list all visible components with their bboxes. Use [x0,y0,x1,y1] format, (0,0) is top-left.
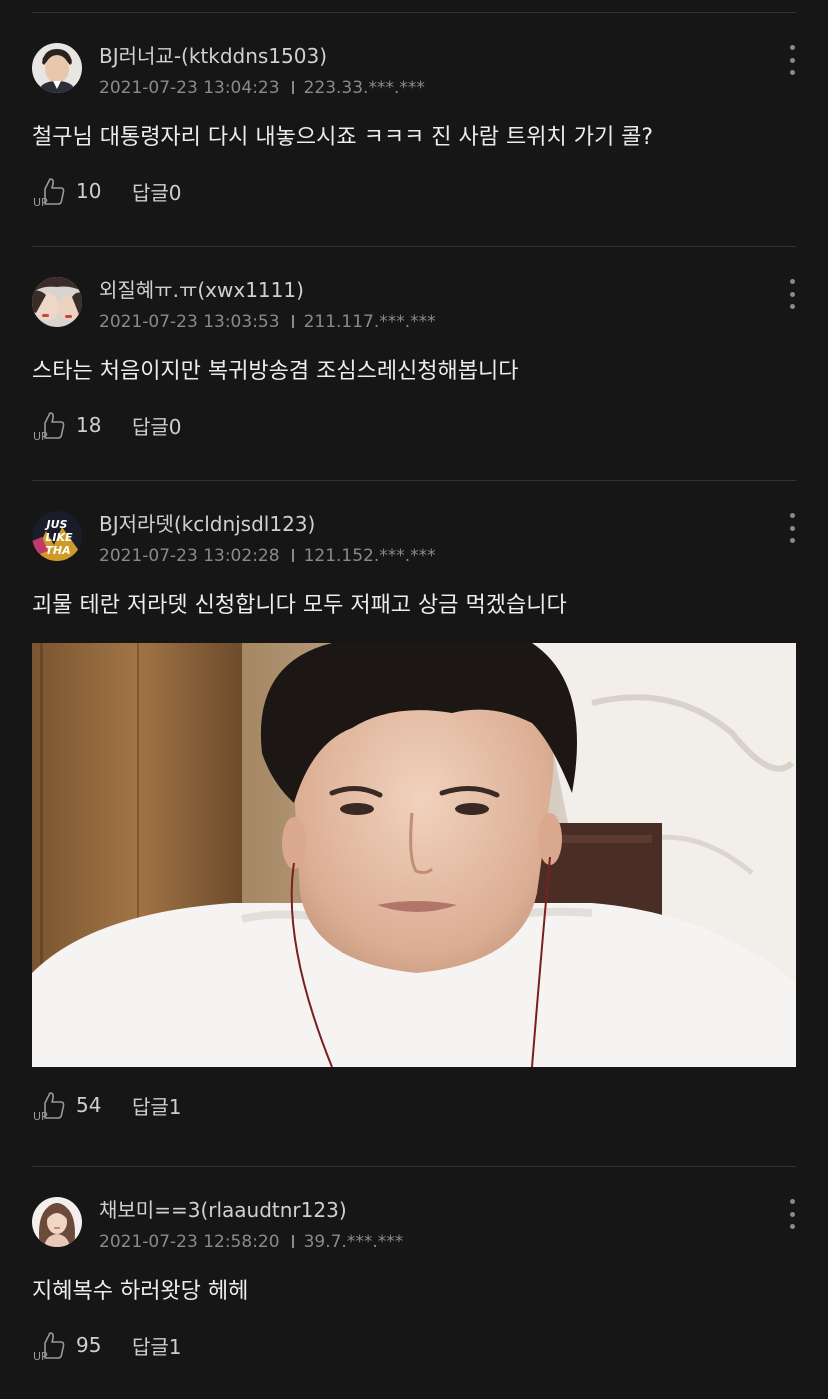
svg-text:UP: UP [33,196,48,209]
comment-author[interactable]: BJ저라뎃(kcldnjsdl123) [99,511,315,537]
comment-text: 지혜복수 하러왓당 헤헤 [32,1279,249,1304]
comment-text: 철구님 대통령자리 다시 내놓으시죠 ㅋㅋㅋ 진 사람 트위치 가기 콜? [32,125,654,150]
thumbs-up-icon: UP [33,1332,65,1363]
more-vertical-icon [789,1199,795,1204]
like-count: 95 [76,1333,102,1357]
svg-text:LIKE: LIKE [45,531,73,544]
avatar[interactable] [32,277,82,327]
comment-author[interactable]: 외질혜ㅠ.ㅠ(xwx1111) [99,277,304,303]
reply-button[interactable]: 답글0 [132,177,182,206]
comment-text: 스타는 처음이지만 복귀방송겸 조심스레신청해봅니다 [32,359,519,384]
comment-meta: 2021-07-23 13:02:28 121.152.***.*** [99,545,436,567]
comment-header: 채보미==3(rlaaudtnr123) 2021-07-23 12:58:20… [32,1197,796,1267]
avatar[interactable] [32,43,82,93]
meta-separator [291,315,294,328]
comment-divider [32,1166,796,1167]
comment-author[interactable]: BJ러너교-(ktkddns1503) [99,43,327,69]
comment-actions: UP 95 답글1 [32,1327,796,1363]
more-options-button[interactable] [784,511,800,545]
comment-item: JUS LIKE THA BJ저라뎃(kcldnjsdl123) 2021-07… [32,511,796,1167]
more-options-button[interactable] [784,43,800,77]
reply-button[interactable]: 답글0 [132,411,182,440]
comment-actions: UP 54 답글1 [32,1087,796,1123]
comment-text: 괴물 테란 저라뎃 신청합니다 모두 저패고 상금 먹겠습니다 [32,593,567,618]
comment-meta: 2021-07-23 13:03:53 211.117.***.*** [99,311,436,333]
more-options-button[interactable] [784,277,800,311]
more-vertical-icon [789,45,795,50]
svg-text:THA: THA [45,544,70,557]
svg-text:UP: UP [33,1110,48,1123]
attached-photo[interactable] [32,643,796,1067]
comment-author[interactable]: 채보미==3(rlaaudtnr123) [99,1197,347,1223]
comment-meta: 2021-07-23 12:58:20 39.7.***.*** [99,1231,403,1253]
more-vertical-icon [789,513,795,518]
comment-meta: 2021-07-23 13:04:23 223.33.***.*** [99,77,425,99]
more-vertical-icon [789,279,795,284]
comment-date: 2021-07-23 13:03:53 [99,312,280,332]
like-button[interactable]: UP 95 [32,1327,132,1363]
meta-separator [291,81,294,94]
avatar[interactable] [32,1197,82,1247]
comment-ip: 121.152.***.*** [303,546,436,566]
svg-text:UP: UP [33,430,48,443]
comment-date: 2021-07-23 13:04:23 [99,78,280,98]
meta-separator [291,1235,294,1248]
comment-ip: 211.117.***.*** [303,312,436,332]
comment-header: 외질혜ㅠ.ㅠ(xwx1111) 2021-07-23 13:03:53 211.1… [32,277,796,347]
comment-actions: UP 10 답글0 [32,173,796,209]
comment-date: 2021-07-23 12:58:20 [99,1232,280,1252]
comment-item: BJ러너교-(ktkddns1503) 2021-07-23 13:04:23 2… [32,43,796,247]
avatar[interactable]: JUS LIKE THA [32,511,82,561]
comment-item: 외질혜ㅠ.ㅠ(xwx1111) 2021-07-23 13:03:53 211.1… [32,277,796,481]
like-count: 18 [76,413,102,437]
comment-ip: 223.33.***.*** [303,78,425,98]
svg-text:JUS: JUS [45,518,68,531]
comment-ip: 39.7.***.*** [303,1232,404,1252]
meta-separator [291,549,294,562]
like-button[interactable]: UP 10 [32,173,132,209]
top-divider [32,12,796,13]
comment-header: BJ러너교-(ktkddns1503) 2021-07-23 13:04:23 2… [32,43,796,113]
like-button[interactable]: UP 18 [32,407,132,443]
comment-date: 2021-07-23 13:02:28 [99,546,280,566]
like-button[interactable]: UP 54 [32,1087,132,1123]
reply-button[interactable]: 답글1 [132,1091,182,1120]
thumbs-up-icon: UP [33,1092,65,1123]
more-options-button[interactable] [784,1197,800,1231]
comment-header: JUS LIKE THA BJ저라뎃(kcldnjsdl123) 2021-07… [32,511,796,581]
comment-actions: UP 18 답글0 [32,407,796,443]
like-count: 54 [76,1093,102,1117]
thumbs-up-icon: UP [33,412,65,443]
like-count: 10 [76,179,102,203]
reply-button[interactable]: 답글1 [132,1331,182,1360]
thumbs-up-icon: UP [33,178,65,209]
comment-item: 채보미==3(rlaaudtnr123) 2021-07-23 12:58:20… [32,1197,796,1363]
comment-divider [32,480,796,481]
svg-text:UP: UP [33,1350,48,1363]
comment-divider [32,246,796,247]
